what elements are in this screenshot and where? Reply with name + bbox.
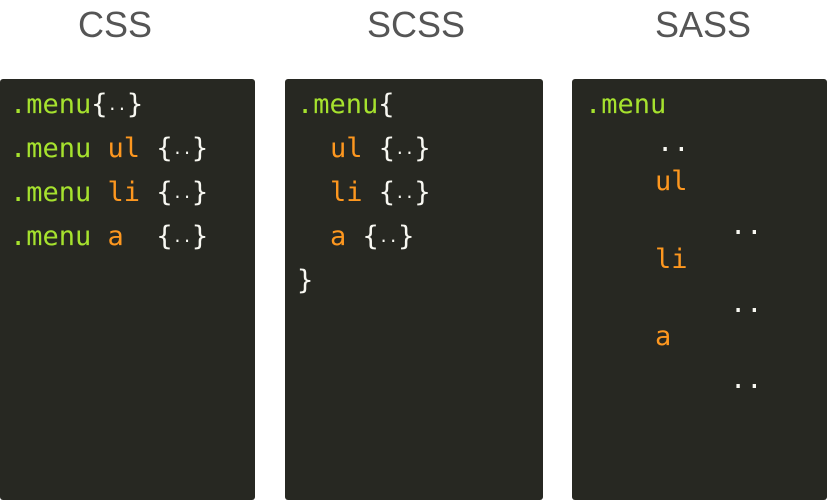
tag-a: a (330, 221, 347, 252)
open-brace: { (378, 133, 396, 164)
tag-li: li (107, 177, 141, 208)
css-line-menu: .menu{..} (10, 90, 143, 120)
sass-line-a: a (655, 322, 671, 352)
tag-li: li (655, 244, 688, 275)
css-code-panel: .menu{..} .menu ul {..} .menu li {..} .m… (0, 79, 255, 500)
close-brace: } (297, 265, 314, 296)
dots: .. (172, 227, 192, 246)
close-brace: } (191, 133, 209, 164)
dots: .. (172, 183, 192, 202)
selector: .menu (297, 89, 379, 120)
css-line-a: .menu a {..} (10, 222, 208, 252)
open-brace: { (156, 133, 173, 164)
tag-ul: ul (107, 133, 141, 164)
open-brace: { (378, 177, 396, 208)
open-brace: { (378, 89, 395, 120)
sass-dots-ul: .. (730, 210, 763, 241)
tag-a: a (107, 221, 124, 252)
selector: .menu (10, 177, 92, 208)
sass-line-li: li (655, 245, 688, 275)
tag-ul: ul (330, 133, 363, 164)
sass-code-panel: .menu .. ul .. li .. a .. (572, 79, 827, 500)
sass-dots-menu: .. (657, 127, 690, 158)
scss-line-ul: ul {..} (330, 134, 431, 164)
open-brace: { (156, 221, 173, 252)
sass-dots-a: .. (730, 364, 763, 395)
sass-line-ul: ul (655, 167, 688, 197)
selector: .menu (10, 133, 92, 164)
selector: .menu (585, 89, 667, 120)
sass-title: SASS (654, 4, 752, 45)
close-brace: } (414, 177, 431, 208)
scss-code-panel: .menu{ ul {..} li {..} a {..} } (285, 79, 543, 500)
tag-ul: ul (655, 166, 688, 197)
scss-line-li: li {..} (330, 178, 431, 208)
dots: .. (395, 183, 415, 202)
scss-line-close: } (297, 266, 313, 296)
dots: .. (107, 95, 127, 114)
tag-li: li (330, 177, 363, 208)
close-brace: } (126, 89, 144, 120)
scss-title: SCSS (366, 4, 466, 45)
scss-line-a: a {..} (330, 222, 414, 252)
close-brace: } (398, 221, 415, 252)
close-brace: } (191, 177, 209, 208)
css-title: CSS (77, 4, 153, 45)
sass-dots-li: .. (730, 288, 763, 319)
dots: .. (378, 227, 399, 246)
dots: .. (172, 139, 192, 158)
selector: .menu (10, 89, 92, 120)
close-brace: } (191, 221, 209, 252)
scss-line-menu: .menu{ (297, 90, 395, 120)
sass-line-menu: .menu (585, 90, 666, 120)
open-brace: { (362, 221, 379, 252)
close-brace: } (414, 133, 431, 164)
open-brace: { (91, 89, 108, 120)
tag-a: a (655, 321, 672, 352)
open-brace: { (156, 177, 173, 208)
css-line-ul: .menu ul {..} (10, 134, 208, 164)
dots: .. (395, 139, 415, 158)
selector: .menu (10, 221, 92, 252)
css-line-li: .menu li {..} (10, 178, 208, 208)
